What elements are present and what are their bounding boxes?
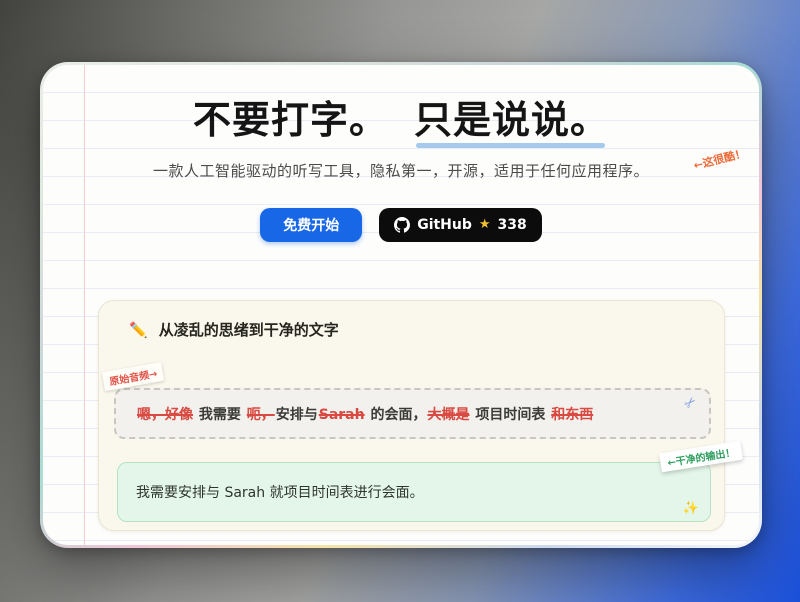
hero-card-gradient-border: 不要打字。只是说说。 一款人工智能驱动的听写工具，隐私第一，开源，适用于任何应用… — [40, 62, 762, 548]
sparkle-icon: ✨ — [683, 501, 699, 516]
raw-audio-label: 原始音频→ — [102, 362, 165, 391]
raw-transcript-box: 嗯，好像 我需要 呃，安排与Sarah 的会面，大概是 项目时间表 和东西 ✂ — [114, 388, 711, 439]
raw-segment: 大概是 — [427, 407, 469, 423]
cta-row: 免费开始 GitHub ★ 338 — [43, 208, 759, 242]
title-part-2-wrap: 只是说说。 — [414, 99, 609, 143]
demo-title: 从凌乱的思绪到干净的文字 — [159, 319, 339, 340]
subtitle: 一款人工智能驱动的听写工具，隐私第一，开源，适用于任何应用程序。 — [43, 160, 759, 181]
title-underline — [416, 143, 605, 148]
raw-segment: 我需要 — [194, 407, 246, 423]
github-label: GitHub — [417, 217, 472, 233]
github-button[interactable]: GitHub ★ 338 — [379, 208, 542, 242]
title-part-2: 只是说说。 — [414, 98, 609, 142]
raw-segment: 嗯，好像 — [137, 407, 193, 423]
raw-segment: 呃， — [247, 407, 275, 423]
star-icon: ★ — [479, 217, 491, 232]
raw-segment: 和东西 — [551, 407, 593, 423]
get-started-button[interactable]: 免费开始 — [260, 208, 362, 242]
pencil-icon: ✏️ — [129, 321, 148, 339]
page-title: 不要打字。只是说说。 — [43, 99, 759, 143]
raw-segment: 项目时间表 — [470, 407, 550, 423]
raw-segment: 安排与 — [276, 407, 318, 423]
github-icon — [394, 217, 410, 233]
notebook-paper-card: 不要打字。只是说说。 一款人工智能驱动的听写工具，隐私第一，开源，适用于任何应用… — [43, 65, 759, 545]
raw-transcript-text: 嗯，好像 我需要 呃，安排与Sarah 的会面，大概是 项目时间表 和东西 — [136, 404, 594, 424]
clean-output-text: 我需要安排与 Sarah 就项目时间表进行会面。 — [136, 482, 424, 502]
scissors-icon: ✂ — [681, 393, 701, 413]
hero-section: 不要打字。只是说说。 一款人工智能驱动的听写工具，隐私第一，开源，适用于任何应用… — [43, 65, 759, 242]
title-part-1: 不要打字。 — [193, 99, 388, 143]
demo-title-row: ✏️ 从凌乱的思绪到干净的文字 — [129, 319, 724, 340]
demo-panel: ✏️ 从凌乱的思绪到干净的文字 原始音频→ 嗯，好像 我需要 呃，安排与Sara… — [98, 300, 725, 531]
raw-segment: Sarah — [319, 407, 365, 423]
page-background: 不要打字。只是说说。 一款人工智能驱动的听写工具，隐私第一，开源，适用于任何应用… — [0, 0, 800, 602]
raw-segment: 的会面， — [366, 407, 427, 423]
clean-output-box: 我需要安排与 Sarah 就项目时间表进行会面。 ✨ — [117, 462, 711, 522]
github-star-count: 338 — [498, 217, 527, 233]
